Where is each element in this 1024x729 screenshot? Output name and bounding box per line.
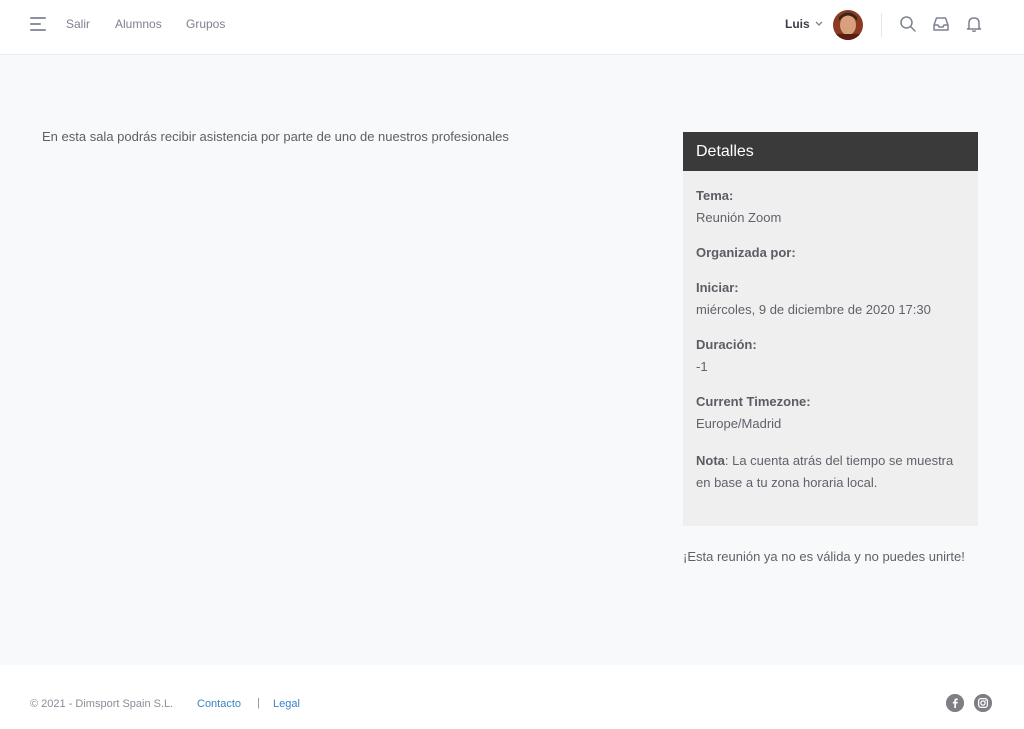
contact-link[interactable]: Contacto [197, 698, 241, 710]
inbox-icon[interactable] [932, 15, 950, 33]
meeting-invalid-message: ¡Esta reunión ya no es válida y no puede… [683, 549, 965, 564]
timezone-label: Current Timezone: [696, 394, 811, 409]
avatar[interactable] [833, 10, 863, 40]
intro-text: En esta sala podrás recibir asistencia p… [42, 129, 509, 144]
details-title: Detalles [683, 132, 978, 171]
timezone-note: Nota: La cuenta atrás del tiempo se mues… [696, 450, 966, 494]
start-value: miércoles, 9 de diciembre de 2020 17:30 [696, 302, 931, 317]
chevron-down-icon[interactable] [814, 18, 824, 28]
host-label: Organizada por: [696, 245, 796, 260]
note-text: : La cuenta atrás del tiempo se muestra … [696, 453, 954, 490]
bell-icon[interactable] [965, 15, 983, 33]
details-panel: Tema: Reunión Zoom Organizada por: Inici… [683, 171, 978, 526]
note-label: Nota [696, 453, 725, 468]
menu-icon[interactable] [30, 16, 48, 32]
instagram-icon[interactable] [974, 694, 992, 712]
nav-item-salir[interactable]: Salir [66, 17, 90, 31]
topic-label: Tema: [696, 188, 734, 203]
footer-separator: | [257, 697, 260, 709]
footer: © 2021 - Dimsport Spain S.L. Contacto | … [0, 665, 1024, 729]
nav-item-alumnos[interactable]: Alumnos [115, 17, 162, 31]
topic-value: Reunión Zoom [696, 210, 782, 225]
divider [881, 13, 882, 37]
search-icon[interactable] [899, 15, 917, 33]
top-navbar: Salir Alumnos Grupos Luis [0, 0, 1024, 55]
start-label: Iniciar: [696, 280, 739, 295]
legal-link[interactable]: Legal [273, 698, 300, 710]
facebook-icon[interactable] [946, 694, 964, 712]
user-name[interactable]: Luis [785, 17, 810, 31]
copyright-text: © 2021 - Dimsport Spain S.L. [30, 698, 174, 710]
nav-item-grupos[interactable]: Grupos [186, 17, 225, 31]
duration-label: Duración: [696, 337, 757, 352]
duration-value: -1 [696, 359, 708, 374]
timezone-value: Europe/Madrid [696, 416, 782, 431]
